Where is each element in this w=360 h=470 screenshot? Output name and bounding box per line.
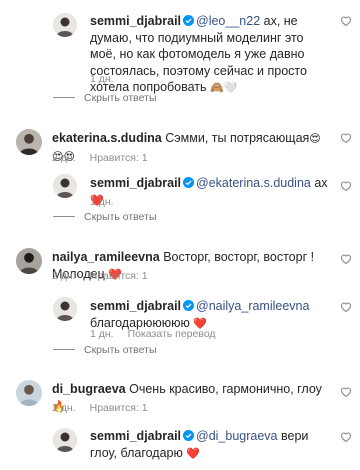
verified-icon (183, 430, 195, 441)
comment-2-meta: 2 дн. Нравится: 1 (52, 152, 162, 164)
reply-1-meta: 1 дн. (90, 73, 128, 85)
mention-link[interactable]: @nailya_ramileevna (196, 299, 309, 313)
like-heart-icon[interactable] (340, 132, 352, 144)
avatar[interactable] (53, 297, 77, 321)
username[interactable]: nailya_ramileevna (52, 250, 160, 264)
timestamp: 1 дн. (90, 328, 114, 340)
reply-4-text: semmi_djabrail @di_bugraeva вери глоу, бл… (90, 429, 309, 460)
mention-link[interactable]: @di_bugraeva (196, 429, 278, 443)
likes-count[interactable]: Нравится: 1 (90, 152, 148, 164)
avatar[interactable] (16, 380, 42, 406)
comment-4-meta: 2 дн. Нравится: 1 (52, 402, 162, 414)
timestamp: 2 дн. (52, 402, 76, 414)
avatar[interactable] (16, 129, 42, 155)
like-heart-icon[interactable] (340, 431, 352, 443)
avatar[interactable] (16, 248, 42, 274)
comment-3-meta: 2 дн. Нравится: 1 (52, 270, 162, 282)
hide-replies-button[interactable]: Скрыть ответы (53, 211, 157, 223)
emoji: 🙈🤍 (210, 82, 238, 94)
avatar[interactable] (53, 13, 77, 37)
like-heart-icon[interactable] (340, 386, 352, 398)
username[interactable]: semmi_djabrail (90, 299, 181, 313)
mention-link[interactable]: @leo__n22 (196, 14, 260, 28)
like-heart-icon[interactable] (340, 301, 352, 313)
timestamp: 2 дн. (52, 270, 76, 282)
verified-icon (183, 300, 195, 311)
avatar[interactable] (53, 428, 77, 452)
verified-icon (183, 15, 195, 26)
like-heart-icon[interactable] (340, 15, 352, 27)
like-heart-icon[interactable] (340, 253, 352, 265)
emoji: ❤️ (186, 447, 201, 460)
username[interactable]: semmi_djabrail (90, 429, 181, 443)
avatar[interactable] (53, 174, 77, 198)
username[interactable]: di_bugraeva (52, 382, 126, 396)
timestamp: 1 дн. (90, 73, 114, 85)
likes-count[interactable]: Нравится: 1 (90, 270, 148, 282)
username[interactable]: semmi_djabrail (90, 176, 181, 190)
reply-3-meta: 1 дн. Показать перевод (90, 328, 230, 340)
reply-3-text: semmi_djabrail @nailya_ramileevna благода… (90, 299, 310, 330)
likes-count[interactable]: Нравится: 1 (90, 402, 148, 414)
username[interactable]: ekaterina.s.dudina (52, 131, 162, 145)
reply-2-meta: 1 дн. (90, 196, 128, 208)
username[interactable]: semmi_djabrail (90, 14, 181, 28)
timestamp: 2 дн. (52, 152, 76, 164)
hide-replies-button[interactable]: Скрыть ответы (53, 344, 157, 356)
hide-replies-button[interactable]: Скрыть ответы (53, 92, 157, 104)
mention-link[interactable]: @ekaterina.s.dudina (196, 176, 311, 190)
show-translation-link[interactable]: Показать перевод (128, 328, 216, 340)
like-heart-icon[interactable] (340, 180, 352, 192)
timestamp: 1 дн. (90, 196, 114, 208)
verified-icon (183, 177, 195, 188)
